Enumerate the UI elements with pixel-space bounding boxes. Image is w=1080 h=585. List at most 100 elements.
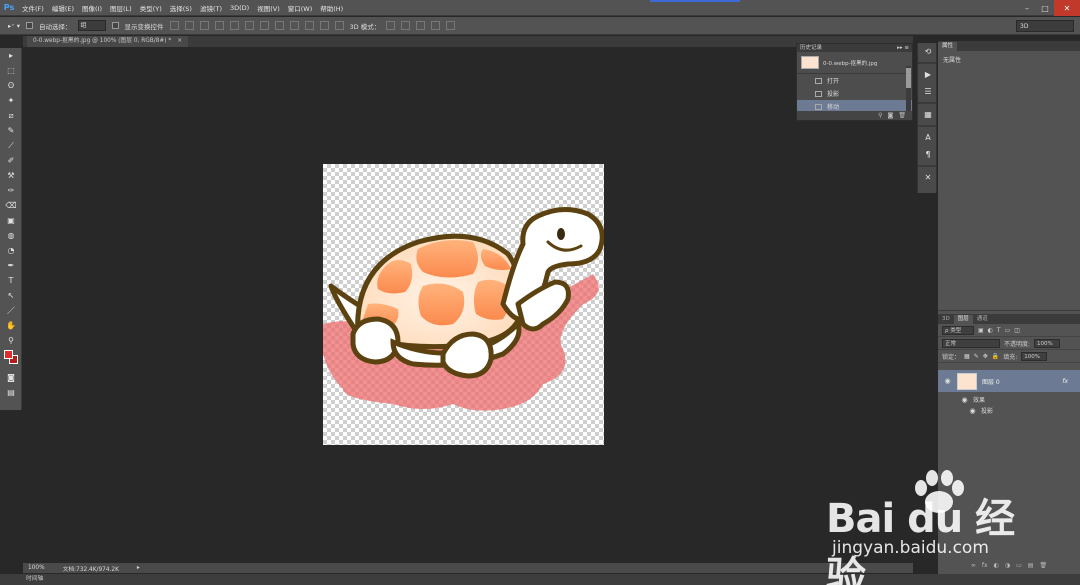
menu-edit[interactable]: 编辑(E) (48, 3, 78, 13)
menu-image[interactable]: 图像(I) (78, 3, 106, 13)
crop-tool-icon[interactable]: ⧄ (0, 108, 22, 123)
path-select-tool-icon[interactable]: ↖ (0, 288, 22, 303)
history-item-drop-shadow[interactable]: 投影 (797, 87, 912, 100)
auto-select-dropdown[interactable]: 组 (77, 20, 106, 31)
actions-dock-icon[interactable]: ▶ (918, 66, 938, 83)
dodge-tool-icon[interactable]: ◔ (0, 243, 22, 258)
layer-kind-filter[interactable]: ρ 类型 (942, 325, 974, 335)
layer-name[interactable]: 图层 0 (982, 377, 1000, 386)
line-tool-icon[interactable]: ／ (0, 303, 22, 318)
menu-type[interactable]: 类型(Y) (136, 3, 166, 13)
filter-shape-icon[interactable]: ▭ (1005, 327, 1011, 334)
menu-help[interactable]: 帮助(H) (316, 3, 347, 13)
blend-mode-dropdown[interactable]: 正常 (942, 338, 1000, 348)
align-left-icon[interactable] (214, 21, 224, 30)
adjustments-dock-icon[interactable]: ☰ (918, 83, 938, 100)
distribute-bottom-icon[interactable] (289, 21, 299, 30)
new-document-from-state-icon[interactable]: ⚲ (878, 112, 882, 119)
zoom-tool-icon[interactable]: ⚲ (0, 333, 22, 348)
distribute-top-icon[interactable] (259, 21, 269, 30)
tab-3d[interactable]: 3D (938, 315, 954, 324)
pen-tool-icon[interactable]: ✒ (0, 258, 22, 273)
add-style-icon[interactable]: fx (982, 562, 988, 572)
add-mask-icon[interactable]: ◐ (994, 562, 999, 572)
menu-select[interactable]: 选择(S) (166, 3, 196, 13)
history-scroll-thumb[interactable] (906, 68, 911, 88)
align-right-icon[interactable] (244, 21, 254, 30)
align-center-icon[interactable] (229, 21, 239, 30)
close-icon[interactable]: ✕ (1054, 0, 1080, 16)
lasso-tool-icon[interactable]: ʘ (0, 78, 22, 93)
layer-effects-row[interactable]: ◉ 效果 (938, 394, 1080, 405)
distribute-center-icon[interactable] (319, 21, 329, 30)
move-tool-icon[interactable]: ▸ (0, 48, 22, 63)
layer-row[interactable]: ◉ 图层 0 fx (938, 370, 1080, 392)
history-dock-icon[interactable]: ⟲ (918, 43, 938, 60)
new-adjustment-icon[interactable]: ◑ (1005, 562, 1010, 572)
zoom-level[interactable]: 100% (28, 565, 45, 571)
lock-position-icon[interactable]: ✥ (983, 353, 988, 360)
paragraph-dock-icon[interactable]: ¶ (918, 146, 938, 163)
lock-paint-icon[interactable]: ✎ (974, 353, 979, 360)
eyedropper-tool-icon[interactable]: ✎ (0, 123, 22, 138)
new-layer-icon[interactable]: ▤ (1028, 562, 1034, 572)
tab-channels[interactable]: 通道 (973, 315, 992, 324)
distribute-left-icon[interactable] (304, 21, 314, 30)
roll-3d-icon[interactable] (401, 21, 411, 30)
align-middle-icon[interactable] (184, 21, 194, 30)
close-tab-icon[interactable]: × (177, 36, 182, 47)
quick-select-tool-icon[interactable]: ✦ (0, 93, 22, 108)
layer-effect-drop-shadow[interactable]: ◉ 投影 (938, 405, 1080, 416)
distribute-right-icon[interactable] (334, 21, 344, 30)
workspace-dropdown[interactable]: 3D (1016, 20, 1074, 32)
minimize-icon[interactable]: – (1018, 0, 1036, 16)
pan-3d-icon[interactable] (416, 21, 426, 30)
show-transform-checkbox[interactable] (111, 22, 119, 29)
tool-presets-dock-icon[interactable]: ✕ (918, 169, 938, 186)
orbit-3d-icon[interactable] (386, 21, 396, 30)
screen-mode-icon[interactable]: ▤ (0, 385, 22, 400)
canvas-area[interactable] (23, 47, 913, 562)
eye-icon[interactable]: ◉ (943, 377, 952, 385)
history-item-open[interactable]: 打开 (797, 74, 912, 87)
menu-3d[interactable]: 3D(D) (226, 4, 253, 12)
quick-mask-icon[interactable]: ◙ (0, 370, 22, 385)
history-brush-tool-icon[interactable]: ✑ (0, 183, 22, 198)
scale-3d-icon[interactable] (446, 21, 456, 30)
hand-tool-icon[interactable]: ✋ (0, 318, 22, 333)
lock-transparent-icon[interactable]: ▦ (964, 353, 970, 360)
layer-fx-badge[interactable]: fx (1062, 378, 1068, 385)
slide-3d-icon[interactable] (431, 21, 441, 30)
new-snapshot-icon[interactable]: ◙ (888, 112, 894, 119)
tab-properties[interactable]: 属性 (938, 42, 958, 51)
gradient-tool-icon[interactable]: ▣ (0, 213, 22, 228)
lock-all-icon[interactable]: 🔒 (992, 353, 999, 360)
filter-smart-icon[interactable]: ◫ (1014, 327, 1020, 334)
history-snapshot[interactable]: 0-0.webp-抠黑的.jpg (797, 52, 912, 74)
filter-adjustment-icon[interactable]: ◐ (988, 327, 993, 334)
healing-brush-tool-icon[interactable]: ⟋ (0, 138, 22, 153)
eye-icon[interactable]: ◉ (960, 396, 969, 404)
link-layers-icon[interactable]: ∞ (971, 562, 976, 572)
align-top-icon[interactable] (169, 21, 179, 30)
timeline-tab[interactable]: 时间轴 (26, 576, 43, 582)
filter-pixel-icon[interactable]: ▣ (978, 327, 984, 334)
maximize-icon[interactable]: □ (1036, 0, 1054, 16)
eraser-tool-icon[interactable]: ⌫ (0, 198, 22, 213)
align-bottom-icon[interactable] (199, 21, 209, 30)
document-tab[interactable]: 0-0.webp-抠黑的.jpg @ 100% (图层 0, RGB/8#) *… (27, 36, 189, 47)
opacity-field[interactable]: 100% (1034, 338, 1061, 348)
fill-field[interactable]: 100% (1021, 351, 1048, 361)
delete-state-icon[interactable]: 🗑 (898, 112, 906, 119)
menu-view[interactable]: 视图(V) (253, 3, 284, 13)
character-dock-icon[interactable]: A (918, 129, 938, 146)
type-tool-icon[interactable]: T (0, 273, 22, 288)
new-group-icon[interactable]: ▭ (1016, 562, 1022, 572)
tab-layers[interactable]: 图层 (953, 315, 973, 324)
move-tool-icon[interactable]: ▸⁺ ▾ (8, 22, 20, 30)
menu-window[interactable]: 窗口(W) (284, 3, 317, 13)
menu-layer[interactable]: 图层(L) (106, 3, 136, 13)
delete-layer-icon[interactable]: 🗑 (1039, 562, 1047, 572)
marquee-tool-icon[interactable]: ⬚ (0, 63, 22, 78)
distribute-middle-icon[interactable] (274, 21, 284, 30)
